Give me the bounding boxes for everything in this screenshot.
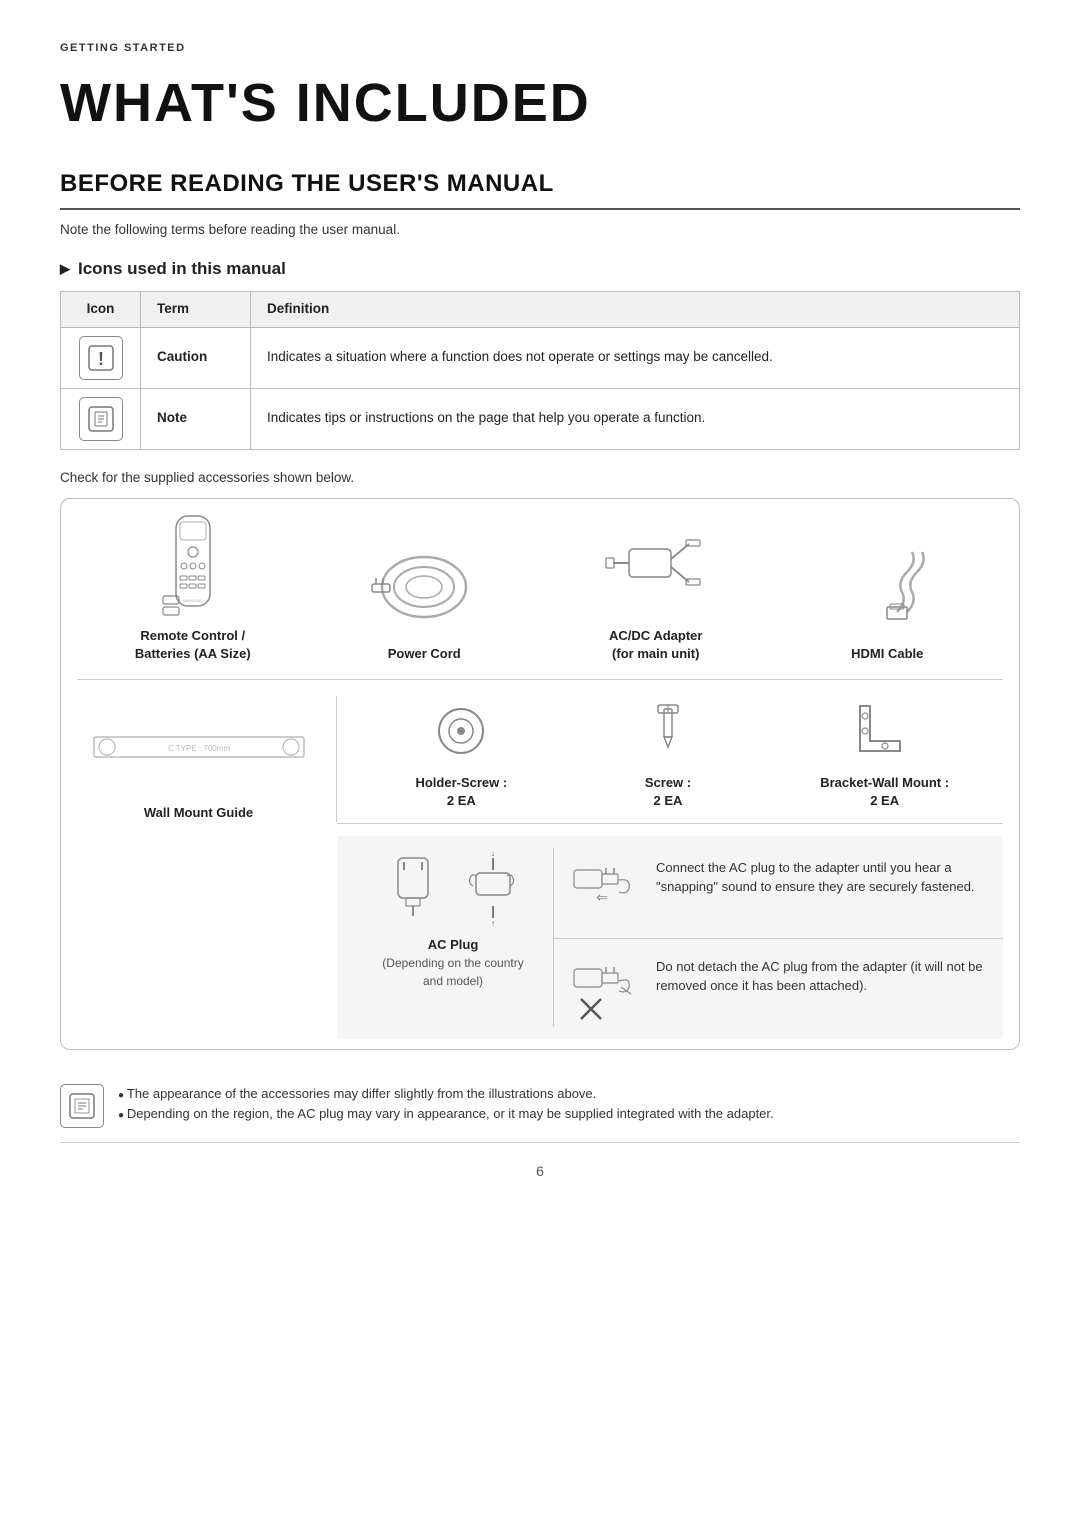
accessories-bottom-row: C TYPE : 700mm Wall Mount Guide (77, 696, 1003, 1038)
svg-text:!: ! (98, 349, 104, 369)
icons-table: Icon Term Definition ! Caution Indicates… (60, 291, 1020, 449)
remote-label2: Batteries (AA Size) (135, 645, 251, 663)
accessory-item-adapter: AC/DC Adapter (for main unit) (566, 519, 746, 663)
holder-screw-count: 2 EA (447, 792, 476, 810)
ac-instruction-img-2 (554, 947, 644, 1027)
caution-definition: Indicates a situation where a function d… (251, 327, 1020, 388)
note-icon-bottom (60, 1084, 104, 1128)
ac-instructions: ⇐ Connect the AC plug to the adapter unt… (553, 848, 1003, 1027)
small-items-row: Holder-Screw : 2 EA (337, 696, 1003, 823)
accessory-item-holder-screw: Holder-Screw : 2 EA (391, 696, 531, 810)
bottom-right-section: Holder-Screw : 2 EA (337, 696, 1003, 1038)
adapter-label: AC/DC Adapter (609, 627, 702, 645)
bracket-count: 2 EA (870, 792, 899, 810)
intro-text: Note the following terms before reading … (60, 220, 1020, 240)
accessories-label: Check for the supplied accessories shown… (60, 468, 1020, 488)
accessory-item-hdmi: HDMI Cable (797, 537, 977, 663)
note-item-1: The appearance of the accessories may di… (118, 1084, 774, 1105)
page-number: 6 (60, 1161, 1020, 1182)
hdmi-label: HDMI Cable (851, 645, 923, 663)
remote-label: Remote Control / (140, 627, 245, 645)
accessory-item-remote: SAMSUNG Remote Control / Batteries (AA S… (103, 519, 283, 663)
caution-term: Caution (141, 327, 251, 388)
svg-text:C TYPE : 700mm: C TYPE : 700mm (167, 744, 229, 753)
note-icon (79, 397, 123, 441)
accessories-top-row: SAMSUNG Remote Control / Batteries (AA S… (77, 519, 1003, 680)
bracket-image (845, 696, 925, 766)
screw-count: 2 EA (654, 792, 683, 810)
holder-screw-label: Holder-Screw : (415, 774, 507, 792)
sub-title: BEFORE READING THE USER'S MANUAL (60, 166, 1020, 210)
table-header-icon: Icon (61, 292, 141, 327)
accessory-item-bracket: Bracket-Wall Mount : 2 EA (805, 696, 965, 810)
section-label: GETTING STARTED (60, 40, 1020, 57)
power-cord-image (369, 537, 479, 637)
svg-text:⇐: ⇐ (596, 889, 608, 905)
screw-image (638, 696, 698, 766)
svg-text:↑: ↑ (491, 919, 495, 928)
remote-control-image: SAMSUNG (158, 519, 228, 619)
ac-instruction-text-2: Do not detach the AC plug from the adapt… (644, 947, 1003, 1006)
wall-mount-label: Wall Mount Guide (144, 804, 253, 822)
main-title: WHAT'S INCLUDED (60, 63, 1020, 144)
screw-label: Screw : (645, 774, 691, 792)
svg-text:↓: ↓ (491, 849, 495, 858)
ac-snap-image: ↓ ↑ (458, 848, 528, 928)
table-row: ! Caution Indicates a situation where a … (61, 327, 1020, 388)
power-cord-label: Power Cord (388, 645, 461, 663)
ac-instruction-text-1: Connect the AC plug to the adapter until… (644, 848, 1003, 907)
hdmi-image (832, 537, 942, 637)
adapter-label2: (for main unit) (612, 645, 699, 663)
ac-plug-section: ↓ ↑ AC Plug (Depending on the country an… (337, 836, 1003, 1039)
note-icon-cell (61, 388, 141, 449)
adapter-image (601, 519, 711, 619)
note-box: The appearance of the accessories may di… (60, 1070, 1020, 1143)
holder-screw-image (431, 696, 491, 766)
ac-instruction-img-1: ⇐ (554, 848, 644, 928)
bottom-left-section: C TYPE : 700mm Wall Mount Guide (77, 696, 337, 822)
table-header-term: Term (141, 292, 251, 327)
ac-plug-sublabel: (Depending on the country (382, 954, 523, 972)
svg-text:SAMSUNG: SAMSUNG (183, 598, 203, 603)
accessory-item-power-cord: Power Cord (334, 537, 514, 663)
note-item-2: Depending on the region, the AC plug may… (118, 1104, 774, 1125)
accessory-item-screw: Screw : 2 EA (608, 696, 728, 810)
wall-mount-guide-image: C TYPE : 700mm (89, 696, 309, 796)
note-content: The appearance of the accessories may di… (118, 1084, 774, 1126)
caution-icon: ! (79, 336, 123, 380)
bracket-label: Bracket-Wall Mount : (820, 774, 949, 792)
caution-icon-cell: ! (61, 327, 141, 388)
ac-plug-image (378, 848, 448, 928)
note-definition: Indicates tips or instructions on the pa… (251, 388, 1020, 449)
note-term: Note (141, 388, 251, 449)
table-header-definition: Definition (251, 292, 1020, 327)
table-row: Note Indicates tips or instructions on t… (61, 388, 1020, 449)
icons-heading: Icons used in this manual (60, 256, 1020, 282)
ac-plug-left: ↓ ↑ AC Plug (Depending on the country an… (353, 848, 553, 990)
accessories-box: SAMSUNG Remote Control / Batteries (AA S… (60, 498, 1020, 1050)
ac-plug-sublabel2: and model) (423, 972, 483, 990)
ac-plug-label: AC Plug (428, 936, 479, 954)
